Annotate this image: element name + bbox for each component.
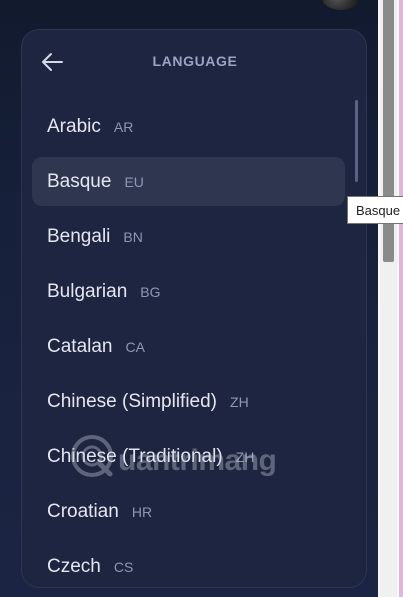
language-name: Catalan — [47, 335, 113, 357]
language-item-arabic[interactable]: Arabic AR — [22, 99, 366, 154]
language-item-bengali[interactable]: Bengali BN — [22, 209, 366, 264]
language-name: Czech — [47, 555, 101, 577]
language-code: CS — [113, 558, 134, 575]
language-code: EU — [124, 173, 144, 190]
language-name: Bengali — [47, 225, 111, 247]
language-code: BG — [140, 283, 161, 300]
language-code: ZH — [235, 448, 255, 465]
language-code: CA — [125, 338, 145, 355]
language-item-czech[interactable]: Czech CS — [22, 539, 366, 587]
language-code: AR — [113, 118, 134, 135]
language-name: Chinese (Simplified) — [47, 390, 218, 412]
language-item-chinese-simplified[interactable]: Chinese (Simplified) ZH — [22, 374, 366, 429]
language-name: Chinese (Traditional) — [47, 445, 223, 467]
language-item-croatian[interactable]: Croatian HR — [22, 484, 366, 539]
language-name: Croatian — [47, 500, 119, 522]
avatar — [322, 0, 360, 10]
language-code: BN — [123, 228, 143, 245]
language-list: Arabic AR Basque EU Bengali BN Bulgarian… — [22, 99, 366, 587]
window-edge — [399, 0, 403, 597]
tooltip: Basque — [347, 196, 403, 224]
language-item-catalan[interactable]: Catalan CA — [22, 319, 366, 374]
language-item-bulgarian[interactable]: Bulgarian BG — [22, 264, 366, 319]
language-item-basque[interactable]: Basque EU — [22, 154, 366, 209]
language-code: ZH — [230, 393, 249, 410]
language-item-chinese-traditional[interactable]: Chinese (Traditional) ZH — [22, 429, 366, 484]
language-panel: LANGUAGE Arabic AR Basque EU Bengali BN … — [21, 29, 367, 588]
language-name: Basque — [47, 170, 112, 192]
panel-scrollbar[interactable] — [355, 100, 358, 182]
language-name: Arabic — [47, 115, 101, 137]
language-code: HR — [131, 503, 153, 520]
language-name: Bulgarian — [47, 280, 128, 302]
page-title: LANGUAGE — [152, 53, 238, 69]
